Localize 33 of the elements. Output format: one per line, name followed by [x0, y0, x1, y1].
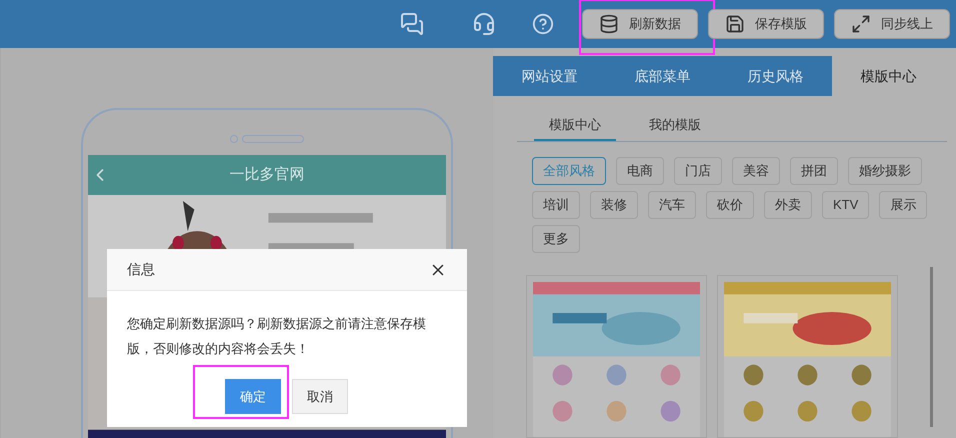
toolbar-button[interactable]: 刷新数据 [582, 9, 698, 39]
category-chip[interactable]: 美容 [732, 157, 780, 185]
panel-tab[interactable]: 历史风格 [719, 56, 832, 96]
category-chip[interactable]: 装修 [590, 191, 638, 219]
help-icon[interactable] [532, 13, 554, 35]
confirm-button[interactable]: 确定 [225, 379, 281, 414]
save-icon [725, 14, 745, 34]
category-chip[interactable]: KTV [822, 191, 870, 219]
category-chip[interactable]: 门店 [674, 157, 722, 185]
sub-tab[interactable]: 我的模版 [634, 110, 716, 141]
category-chip[interactable]: 汽车 [648, 191, 696, 219]
category-chip[interactable]: 外卖 [764, 191, 812, 219]
category-chip[interactable]: 电商 [616, 157, 664, 185]
toolbar-button[interactable]: 同步线上 [834, 9, 950, 39]
dialog-title: 信息 [127, 260, 155, 279]
category-chip[interactable]: 婚纱摄影 [848, 157, 922, 185]
chat-icon[interactable] [400, 12, 424, 36]
dialog-message: 您确定刷新数据源吗？刷新数据源之前请注意保存模版，否则修改的内容将会丢失！ [126, 315, 427, 358]
database-icon [599, 14, 619, 34]
headset-icon[interactable] [472, 12, 496, 36]
expand-icon [851, 14, 871, 34]
category-chip[interactable]: 更多 [532, 225, 580, 253]
category-chip[interactable]: 砍价 [706, 191, 754, 219]
category-chip[interactable]: 拼团 [790, 157, 838, 185]
toolbar-button[interactable]: 保存模版 [708, 9, 824, 39]
category-chip[interactable]: 展示 [879, 191, 928, 219]
speaker-slot [242, 135, 304, 143]
panel-tab[interactable]: 底部菜单 [606, 56, 719, 96]
panel-tab[interactable]: 网站设置 [493, 56, 606, 96]
cancel-button[interactable]: 取消 [292, 379, 348, 414]
category-chip[interactable]: 培训 [532, 191, 580, 219]
sub-tab[interactable]: 模版中心 [534, 110, 616, 141]
phone-title: 一比多官网 [230, 164, 304, 185]
